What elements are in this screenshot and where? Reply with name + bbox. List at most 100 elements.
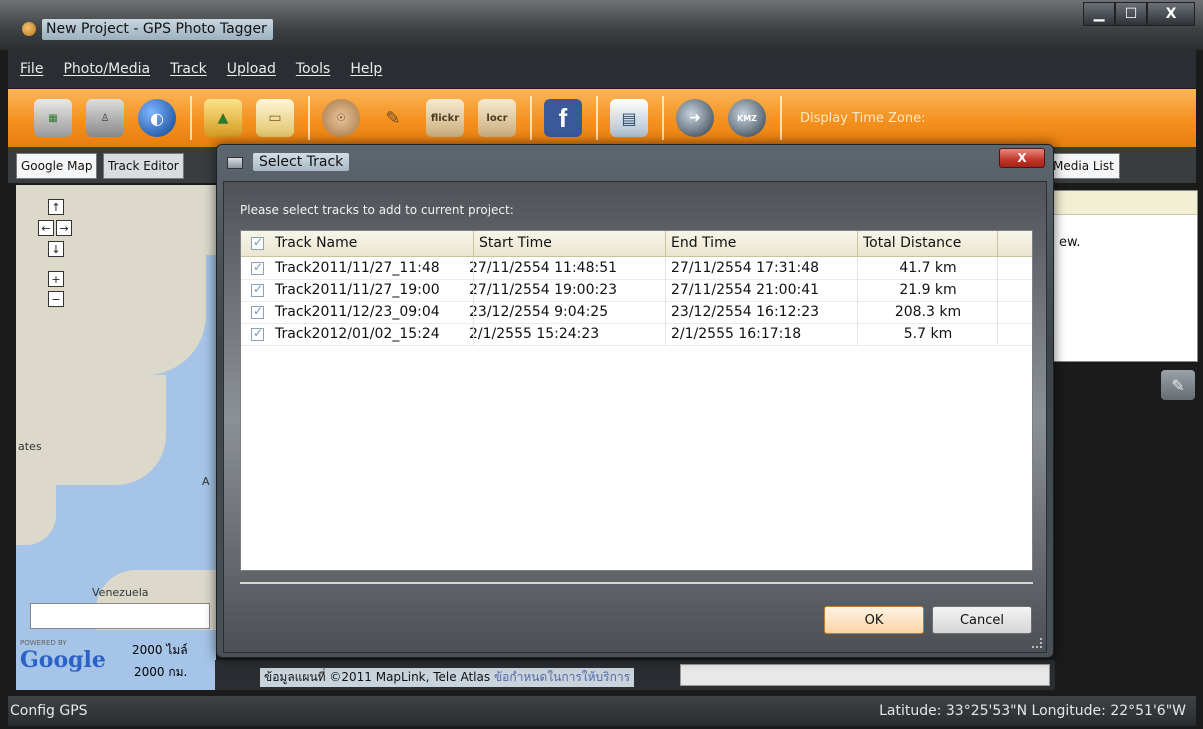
dialog-prompt: Please select tracks to add to current p…	[240, 203, 514, 217]
rocket-icon[interactable]: ✎	[374, 99, 412, 137]
end-time-cell: 27/11/2554 17:31:48	[671, 260, 820, 276]
ok-button[interactable]: OK	[824, 606, 924, 634]
end-time-cell: 23/12/2554 16:12:23	[671, 304, 820, 320]
tab-media-list[interactable]: Media List	[1048, 153, 1120, 179]
column-divider	[473, 231, 474, 257]
toolbar-separator	[596, 96, 598, 140]
table-row[interactable]: Track2011/11/27_19:00 27/11/2554 19:00:2…	[241, 280, 1032, 302]
locr-icon[interactable]: locr	[478, 99, 516, 137]
menu-photo-media[interactable]: Photo/Media	[63, 61, 150, 77]
toolbar: ▦ ♙ ◐ ▲ ▭ ☉ ✎ flickr locr f ▤ ➜ KMZ Disp…	[8, 89, 1196, 147]
zoom-out-icon[interactable]: −	[48, 291, 64, 307]
powered-by-label: POWERED BY	[20, 639, 67, 647]
config-gps-status[interactable]: Config GPS	[10, 703, 88, 719]
track-name-cell: Track2012/01/02_15:24	[275, 326, 440, 342]
map-label-venezuela: Venezuela	[92, 586, 149, 599]
map-label-states: ates	[18, 440, 42, 453]
pan-right-icon[interactable]: →	[56, 220, 72, 236]
status-bar: Config GPS Latitude: 33°25'53"N Longitud…	[8, 696, 1196, 726]
column-divider	[997, 257, 998, 345]
column-divider	[857, 257, 858, 345]
menu-track[interactable]: Track	[170, 61, 207, 77]
column-divider	[857, 231, 858, 257]
distance-cell: 208.3 km	[894, 304, 962, 320]
map-search-input[interactable]	[30, 603, 210, 629]
table-row[interactable]: Track2011/11/27_11:48 27/11/2554 11:48:5…	[241, 258, 1032, 280]
row-checkbox[interactable]	[251, 260, 264, 275]
distance-cell: 5.7 km	[903, 326, 953, 342]
row-checkbox[interactable]	[251, 282, 264, 297]
kmz-icon[interactable]: KMZ	[728, 99, 766, 137]
coin-icon[interactable]: ☉	[322, 99, 360, 137]
pan-up-icon[interactable]: ↑	[48, 199, 64, 215]
toolbar-separator	[530, 96, 532, 140]
terms-link[interactable]: ข้อกำหนดในการให้บริการ	[494, 670, 630, 684]
start-time-cell: 27/11/2554 19:00:23	[469, 282, 618, 298]
map-land	[16, 485, 56, 545]
col-end-time[interactable]: End Time	[671, 235, 736, 251]
layers-icon[interactable]: ▦	[34, 99, 72, 137]
tool-icon[interactable]: ✎	[1161, 370, 1195, 400]
distance-cell: 41.7 km	[899, 260, 957, 276]
column-divider	[665, 257, 666, 345]
menu-help[interactable]: Help	[350, 61, 382, 77]
gps-device-icon[interactable]: ➜	[676, 99, 714, 137]
folder-image-icon[interactable]: ▲	[204, 99, 242, 137]
table-header: Track Name Start Time End Time Total Dis…	[241, 231, 1032, 257]
dialog-close-button[interactable]: X	[999, 148, 1045, 168]
start-time-cell: 27/11/2554 11:48:51	[469, 260, 618, 276]
pan-left-icon[interactable]: ←	[38, 220, 54, 236]
document-icon[interactable]: ▤	[610, 99, 648, 137]
distance-cell: 21.9 km	[899, 282, 957, 298]
cancel-button[interactable]: Cancel	[932, 606, 1032, 634]
col-total-distance[interactable]: Total Distance	[863, 235, 961, 251]
select-all-checkbox[interactable]	[251, 235, 264, 250]
track-table: Track Name Start Time End Time Total Dis…	[240, 230, 1033, 571]
menu-upload[interactable]: Upload	[227, 61, 276, 77]
maximize-button[interactable]: ☐	[1115, 2, 1147, 26]
menu-file[interactable]: File	[20, 61, 43, 77]
joystick-icon[interactable]: ♙	[86, 99, 124, 137]
globe-icon[interactable]: ◐	[138, 99, 176, 137]
close-button[interactable]: X	[1147, 2, 1195, 26]
dialog-title-bar: Select Track X	[217, 145, 1053, 181]
media-list-panel: ew.	[1048, 190, 1198, 362]
end-time-cell: 2/1/2555 16:17:18	[671, 326, 802, 342]
start-time-cell: 2/1/2555 15:24:23	[469, 326, 600, 342]
toolbar-separator	[662, 96, 664, 140]
window-title: New Project - GPS Photo Tagger	[42, 19, 273, 40]
resize-grip-icon[interactable]	[1032, 638, 1042, 648]
media-list-header	[1049, 191, 1197, 215]
end-time-cell: 27/11/2554 21:00:41	[671, 282, 820, 298]
map-label-fragment: A	[202, 475, 210, 488]
kmz-label: KMZ	[737, 113, 757, 123]
toolbar-separator	[308, 96, 310, 140]
scale-miles: 2000 ไมล์	[132, 643, 188, 657]
row-checkbox[interactable]	[251, 304, 264, 319]
table-row[interactable]: Track2011/12/23_09:04 23/12/2554 9:04:25…	[241, 302, 1032, 324]
tab-google-map[interactable]: Google Map	[16, 153, 98, 179]
facebook-icon[interactable]: f	[544, 99, 582, 137]
image-icon[interactable]: ▭	[256, 99, 294, 137]
pan-down-icon[interactable]: ↓	[48, 241, 64, 257]
table-row[interactable]: Track2012/01/02_15:24 2/1/2555 15:24:23 …	[241, 324, 1032, 346]
zoom-in-icon[interactable]: +	[48, 271, 64, 287]
bottom-scroll-strip[interactable]	[680, 664, 1050, 686]
col-start-time[interactable]: Start Time	[479, 235, 552, 251]
menu-tools[interactable]: Tools	[296, 61, 331, 77]
minimize-button[interactable]: ▁	[1083, 2, 1115, 26]
facebook-label: f	[558, 102, 568, 133]
dialog-body: Please select tracks to add to current p…	[223, 181, 1047, 653]
toolbar-separator	[190, 96, 192, 140]
track-name-cell: Track2011/12/23_09:04	[275, 304, 440, 320]
col-track-name[interactable]: Track Name	[275, 235, 357, 251]
row-checkbox[interactable]	[251, 326, 264, 341]
flickr-icon[interactable]: flickr	[426, 99, 464, 137]
title-bar: New Project - GPS Photo Tagger ▁ ☐ X	[0, 0, 1203, 50]
tab-track-editor[interactable]: Track Editor	[103, 153, 184, 179]
column-divider	[997, 231, 998, 257]
flickr-label: flickr	[430, 112, 460, 124]
window-controls: ▁ ☐ X	[1083, 2, 1195, 26]
map-view[interactable]: ↑ ← → ↓ + − ates A Venezuela POWERED BY …	[16, 185, 216, 690]
track-name-cell: Track2011/11/27_11:48	[275, 260, 440, 276]
